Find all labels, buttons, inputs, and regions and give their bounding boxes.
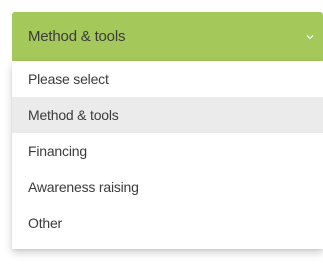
select-box[interactable]: Method & tools [12, 12, 323, 61]
dropdown-select[interactable]: Method & tools Please select Method & to… [12, 12, 323, 249]
option-other[interactable]: Other [12, 205, 323, 241]
option-awareness-raising[interactable]: Awareness raising [12, 169, 323, 205]
chevron-down-icon[interactable] [305, 32, 315, 42]
option-method-tools[interactable]: Method & tools [12, 97, 323, 133]
select-current-value: Method & tools [28, 28, 126, 45]
dropdown-menu: Please select Method & tools Financing A… [12, 61, 323, 249]
option-financing[interactable]: Financing [12, 133, 323, 169]
option-please-select[interactable]: Please select [12, 61, 323, 97]
